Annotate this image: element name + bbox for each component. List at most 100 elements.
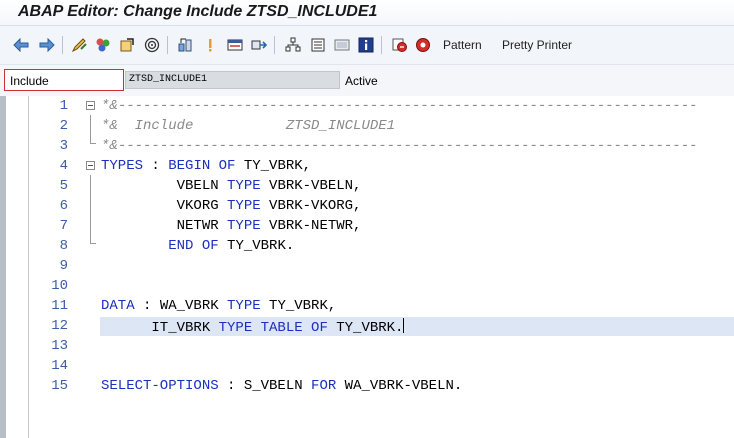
code-text: *& Include ZTSD_INCLUDE1 bbox=[101, 118, 395, 134]
code-line[interactable]: 10 bbox=[0, 276, 734, 296]
line-number: 12 bbox=[51, 318, 68, 334]
code-text: END OF TY_VBRK. bbox=[101, 238, 294, 254]
code-editor[interactable]: 1 *&-------------------------------------… bbox=[0, 96, 734, 438]
code-line[interactable]: 11 DATA : WA_VBRK TYPE TY_VBRK, bbox=[0, 296, 734, 316]
code-token: TY_VBRK, bbox=[235, 158, 312, 174]
code-comment: *& bbox=[101, 138, 118, 154]
line-number: 9 bbox=[59, 258, 68, 274]
back-arrow-icon[interactable] bbox=[12, 36, 30, 54]
find-icon[interactable] bbox=[284, 36, 302, 54]
code-line[interactable]: 2 *& Include ZTSD_INCLUDE1 bbox=[0, 116, 734, 136]
code-line[interactable]: 3 *&-------------------------------------… bbox=[0, 136, 734, 156]
include-field-bar: Include ZTSD_INCLUDE1 Active bbox=[0, 65, 734, 96]
collapse-block-icon[interactable] bbox=[86, 101, 95, 110]
text-cursor bbox=[403, 318, 405, 333]
code-comment: ----------------------------------------… bbox=[117, 98, 698, 114]
code-token: WA_VBRK-VBELN. bbox=[336, 378, 463, 394]
forward-arrow-icon[interactable] bbox=[38, 36, 56, 54]
toolbar-separator bbox=[381, 36, 382, 54]
code-line[interactable]: 9 bbox=[0, 256, 734, 276]
layout-icon[interactable] bbox=[333, 36, 351, 54]
code-keyword: TYPE TABLE OF bbox=[218, 320, 328, 336]
code-text: *&--------------------------------------… bbox=[101, 138, 698, 154]
code-text: TYPES : BEGIN OF TY_VBRK, bbox=[101, 158, 311, 174]
pattern-button[interactable]: Pattern bbox=[443, 38, 482, 52]
display-object-icon[interactable] bbox=[309, 36, 327, 54]
code-text: VBELN TYPE VBRK-VBELN, bbox=[101, 178, 362, 194]
code-token: VBRK-VKORG, bbox=[260, 198, 362, 214]
code-keyword: END OF bbox=[168, 238, 219, 254]
line-number: 11 bbox=[51, 298, 68, 314]
include-label: Include bbox=[4, 69, 124, 91]
code-token: : WA_VBRK bbox=[134, 298, 228, 314]
code-token: VBRK-VBELN, bbox=[260, 178, 362, 194]
code-keyword: BEGIN OF bbox=[168, 158, 236, 174]
window-title: ABAP Editor: Change Include ZTSD_INCLUDE… bbox=[18, 3, 378, 20]
code-line[interactable]: 7 NETWR TYPE VBRK-NETWR, bbox=[0, 216, 734, 236]
code-keyword: TYPE bbox=[227, 178, 261, 194]
other-object-icon[interactable] bbox=[94, 36, 112, 54]
code-line[interactable]: 15 SELECT-OPTIONS : S_VBELN FOR WA_VBRK-V… bbox=[0, 376, 734, 396]
code-line[interactable]: 12 IT_VBRK TYPE TABLE OF TY_VBRK. bbox=[0, 316, 734, 336]
code-keyword: SELECT-OPTIONS bbox=[101, 378, 219, 394]
code-text: NETWR TYPE VBRK-NETWR, bbox=[101, 218, 362, 234]
code-keyword: TYPE bbox=[227, 218, 261, 234]
code-text: VKORG TYPE VBRK-VKORG, bbox=[101, 198, 362, 214]
code-token: VBRK-NETWR, bbox=[260, 218, 362, 234]
code-token: IT_VBRK bbox=[101, 320, 219, 336]
code-keyword: DATA bbox=[101, 298, 135, 314]
application-toolbar: Pattern Pretty Printer bbox=[0, 26, 734, 65]
code-text: DATA : WA_VBRK TYPE TY_VBRK, bbox=[101, 298, 336, 314]
code-keyword: FOR bbox=[311, 378, 337, 394]
code-line[interactable]: 5 VBELN TYPE VBRK-VBELN, bbox=[0, 176, 734, 196]
toolbar-separator bbox=[274, 36, 275, 54]
line-number: 13 bbox=[51, 338, 68, 354]
toolbar-separator bbox=[167, 36, 168, 54]
code-token: TY_VBRK. bbox=[327, 320, 404, 336]
code-keyword: TYPES bbox=[101, 158, 144, 174]
code-keyword: TYPE bbox=[227, 198, 261, 214]
help-icon[interactable] bbox=[357, 36, 375, 54]
test-icon[interactable] bbox=[176, 36, 194, 54]
title-bar: ABAP Editor: Change Include ZTSD_INCLUDE… bbox=[0, 0, 734, 26]
line-number: 2 bbox=[59, 118, 68, 134]
code-token: TY_VBRK, bbox=[260, 298, 337, 314]
code-token: : bbox=[143, 158, 169, 174]
code-text: IT_VBRK TYPE TABLE OF TY_VBRK. bbox=[101, 318, 405, 336]
line-number: 8 bbox=[59, 238, 68, 254]
code-token: TY_VBRK. bbox=[218, 238, 295, 254]
code-comment: ----------------------------------------… bbox=[117, 138, 698, 154]
code-text: *&--------------------------------------… bbox=[101, 98, 698, 114]
code-line[interactable]: 14 bbox=[0, 356, 734, 376]
object-list-icon[interactable] bbox=[226, 36, 244, 54]
include-name-field[interactable]: ZTSD_INCLUDE1 bbox=[125, 71, 340, 89]
activate-icon[interactable] bbox=[143, 36, 161, 54]
code-token: NETWR bbox=[101, 218, 228, 234]
code-token: VKORG bbox=[101, 198, 228, 214]
where-used-icon[interactable] bbox=[201, 36, 219, 54]
navigation-window-icon[interactable] bbox=[250, 36, 268, 54]
line-number: 3 bbox=[59, 138, 68, 154]
code-line[interactable]: 6 VKORG TYPE VBRK-VKORG, bbox=[0, 196, 734, 216]
code-line[interactable]: 13 bbox=[0, 336, 734, 356]
code-token: : S_VBELN bbox=[218, 378, 312, 394]
display-change-icon[interactable] bbox=[70, 36, 88, 54]
code-text: SELECT-OPTIONS : S_VBELN FOR WA_VBRK-VBE… bbox=[101, 378, 462, 394]
code-token: VBELN bbox=[101, 178, 228, 194]
line-number: 1 bbox=[59, 98, 68, 114]
check-icon[interactable] bbox=[118, 36, 136, 54]
code-line[interactable]: 8 END OF TY_VBRK. bbox=[0, 236, 734, 256]
breakpoint-alt-icon[interactable] bbox=[414, 36, 432, 54]
pretty-printer-button[interactable]: Pretty Printer bbox=[502, 38, 572, 52]
line-number: 4 bbox=[59, 158, 68, 174]
code-line[interactable]: 4 TYPES : BEGIN OF TY_VBRK, bbox=[0, 156, 734, 176]
line-number: 6 bbox=[59, 198, 68, 214]
code-line[interactable]: 1 *&-------------------------------------… bbox=[0, 96, 734, 116]
line-number: 14 bbox=[51, 358, 68, 374]
line-number: 5 bbox=[59, 178, 68, 194]
breakpoint-icon[interactable] bbox=[390, 36, 408, 54]
code-keyword: TYPE bbox=[227, 298, 261, 314]
collapse-block-icon[interactable] bbox=[86, 161, 95, 170]
toolbar-separator bbox=[62, 36, 63, 54]
